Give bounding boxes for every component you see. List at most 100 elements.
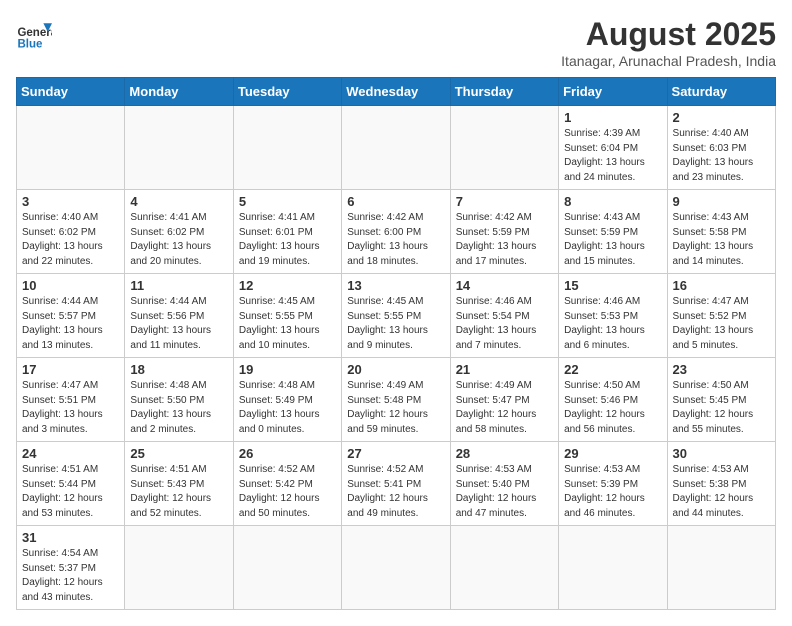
day-info: Sunrise: 4:41 AM Sunset: 6:01 PM Dayligh… — [239, 211, 336, 269]
calendar-cell — [17, 106, 125, 190]
day-info: Sunrise: 4:40 AM Sunset: 6:03 PM Dayligh… — [673, 127, 770, 185]
day-info: Sunrise: 4:44 AM Sunset: 5:56 PM Dayligh… — [130, 295, 227, 353]
month-title: August 2025 — [561, 16, 776, 53]
calendar-cell — [559, 526, 667, 610]
day-info: Sunrise: 4:45 AM Sunset: 5:55 PM Dayligh… — [347, 295, 444, 353]
day-number: 18 — [130, 362, 227, 377]
day-number: 12 — [239, 278, 336, 293]
day-info: Sunrise: 4:44 AM Sunset: 5:57 PM Dayligh… — [22, 295, 119, 353]
calendar-cell: 25Sunrise: 4:51 AM Sunset: 5:43 PM Dayli… — [125, 442, 233, 526]
day-info: Sunrise: 4:49 AM Sunset: 5:47 PM Dayligh… — [456, 379, 553, 437]
day-info: Sunrise: 4:50 AM Sunset: 5:45 PM Dayligh… — [673, 379, 770, 437]
calendar-cell: 3Sunrise: 4:40 AM Sunset: 6:02 PM Daylig… — [17, 190, 125, 274]
day-number: 1 — [564, 110, 661, 125]
logo-icon: General Blue — [16, 16, 52, 52]
calendar-cell: 28 Sunrise: 4:53 AM Sunset: 5:40 PM Dayli… — [450, 442, 558, 526]
calendar-cell — [342, 106, 450, 190]
day-number: 17 — [22, 362, 119, 377]
calendar-cell — [342, 526, 450, 610]
calendar-cell: 11 Sunrise: 4:44 AM Sunset: 5:56 PM Dayli… — [125, 274, 233, 358]
calendar-cell: 16Sunrise: 4:47 AM Sunset: 5:52 PM Dayli… — [667, 274, 775, 358]
calendar-cell — [125, 106, 233, 190]
day-number: 30 — [673, 446, 770, 461]
calendar-cell: 13 Sunrise: 4:45 AM Sunset: 5:55 PM Dayli… — [342, 274, 450, 358]
calendar-cell — [667, 526, 775, 610]
day-info: Sunrise: 4:45 AM Sunset: 5:55 PM Dayligh… — [239, 295, 336, 353]
day-info: Sunrise: 4:42 AM Sunset: 6:00 PM Dayligh… — [347, 211, 444, 269]
calendar-cell: 31 Sunrise: 4:54 AM Sunset: 5:37 PM Dayli… — [17, 526, 125, 610]
weekday-header-sunday: Sunday — [17, 78, 125, 106]
location-subtitle: Itanagar, Arunachal Pradesh, India — [561, 53, 776, 69]
calendar-cell: 15Sunrise: 4:46 AM Sunset: 5:53 PM Dayli… — [559, 274, 667, 358]
weekday-header-friday: Friday — [559, 78, 667, 106]
calendar-cell: 18 Sunrise: 4:48 AM Sunset: 5:50 PM Dayli… — [125, 358, 233, 442]
day-number: 29 — [564, 446, 661, 461]
day-number: 28 — [456, 446, 553, 461]
week-row-3: 10 Sunrise: 4:44 AM Sunset: 5:57 PM Dayli… — [17, 274, 776, 358]
day-info: Sunrise: 4:53 AM Sunset: 5:38 PM Dayligh… — [673, 463, 770, 521]
calendar-cell: 14Sunrise: 4:46 AM Sunset: 5:54 PM Dayli… — [450, 274, 558, 358]
day-number: 2 — [673, 110, 770, 125]
day-number: 6 — [347, 194, 444, 209]
calendar-cell: 27 Sunrise: 4:52 AM Sunset: 5:41 PM Dayli… — [342, 442, 450, 526]
day-info: Sunrise: 4:53 AM Sunset: 5:40 PM Dayligh… — [456, 463, 553, 521]
day-number: 16 — [673, 278, 770, 293]
day-number: 27 — [347, 446, 444, 461]
day-number: 7 — [456, 194, 553, 209]
calendar-cell: 1 Sunrise: 4:39 AM Sunset: 6:04 PM Daylig… — [559, 106, 667, 190]
calendar-cell: 19Sunrise: 4:48 AM Sunset: 5:49 PM Dayli… — [233, 358, 341, 442]
day-info: Sunrise: 4:39 AM Sunset: 6:04 PM Dayligh… — [564, 127, 661, 185]
week-row-2: 3Sunrise: 4:40 AM Sunset: 6:02 PM Daylig… — [17, 190, 776, 274]
day-number: 11 — [130, 278, 227, 293]
day-number: 5 — [239, 194, 336, 209]
day-number: 25 — [130, 446, 227, 461]
calendar-cell: 10 Sunrise: 4:44 AM Sunset: 5:57 PM Dayli… — [17, 274, 125, 358]
calendar-table: SundayMondayTuesdayWednesdayThursdayFrid… — [16, 77, 776, 610]
calendar-cell — [233, 526, 341, 610]
calendar-cell: 20Sunrise: 4:49 AM Sunset: 5:48 PM Dayli… — [342, 358, 450, 442]
calendar-cell: 12 Sunrise: 4:45 AM Sunset: 5:55 PM Dayli… — [233, 274, 341, 358]
weekday-header-monday: Monday — [125, 78, 233, 106]
calendar-cell: 6 Sunrise: 4:42 AM Sunset: 6:00 PM Daylig… — [342, 190, 450, 274]
day-number: 24 — [22, 446, 119, 461]
week-row-6: 31 Sunrise: 4:54 AM Sunset: 5:37 PM Dayli… — [17, 526, 776, 610]
weekday-header-saturday: Saturday — [667, 78, 775, 106]
calendar-cell: 29 Sunrise: 4:53 AM Sunset: 5:39 PM Dayli… — [559, 442, 667, 526]
day-number: 19 — [239, 362, 336, 377]
day-number: 31 — [22, 530, 119, 545]
day-number: 4 — [130, 194, 227, 209]
day-info: Sunrise: 4:47 AM Sunset: 5:51 PM Dayligh… — [22, 379, 119, 437]
day-number: 10 — [22, 278, 119, 293]
svg-text:Blue: Blue — [17, 39, 43, 51]
week-row-4: 17 Sunrise: 4:47 AM Sunset: 5:51 PM Dayli… — [17, 358, 776, 442]
weekday-header-wednesday: Wednesday — [342, 78, 450, 106]
day-number: 20 — [347, 362, 444, 377]
day-info: Sunrise: 4:48 AM Sunset: 5:50 PM Dayligh… — [130, 379, 227, 437]
calendar-cell — [125, 526, 233, 610]
week-row-5: 24 Sunrise: 4:51 AM Sunset: 5:44 PM Dayli… — [17, 442, 776, 526]
weekday-header-thursday: Thursday — [450, 78, 558, 106]
day-number: 23 — [673, 362, 770, 377]
day-number: 22 — [564, 362, 661, 377]
calendar-cell — [450, 106, 558, 190]
day-info: Sunrise: 4:51 AM Sunset: 5:44 PM Dayligh… — [22, 463, 119, 521]
calendar-cell: 9Sunrise: 4:43 AM Sunset: 5:58 PM Daylig… — [667, 190, 775, 274]
weekday-header-tuesday: Tuesday — [233, 78, 341, 106]
day-number: 26 — [239, 446, 336, 461]
day-info: Sunrise: 4:52 AM Sunset: 5:41 PM Dayligh… — [347, 463, 444, 521]
title-block: August 2025 Itanagar, Arunachal Pradesh,… — [561, 16, 776, 69]
day-info: Sunrise: 4:46 AM Sunset: 5:54 PM Dayligh… — [456, 295, 553, 353]
day-info: Sunrise: 4:40 AM Sunset: 6:02 PM Dayligh… — [22, 211, 119, 269]
calendar-cell — [233, 106, 341, 190]
calendar-cell: 2 Sunrise: 4:40 AM Sunset: 6:03 PM Daylig… — [667, 106, 775, 190]
weekday-header-row: SundayMondayTuesdayWednesdayThursdayFrid… — [17, 78, 776, 106]
day-info: Sunrise: 4:53 AM Sunset: 5:39 PM Dayligh… — [564, 463, 661, 521]
day-info: Sunrise: 4:43 AM Sunset: 5:59 PM Dayligh… — [564, 211, 661, 269]
calendar-cell: 17 Sunrise: 4:47 AM Sunset: 5:51 PM Dayli… — [17, 358, 125, 442]
calendar-cell: 24 Sunrise: 4:51 AM Sunset: 5:44 PM Dayli… — [17, 442, 125, 526]
calendar-cell: 23 Sunrise: 4:50 AM Sunset: 5:45 PM Dayli… — [667, 358, 775, 442]
calendar-cell — [450, 526, 558, 610]
day-number: 13 — [347, 278, 444, 293]
calendar-cell: 8Sunrise: 4:43 AM Sunset: 5:59 PM Daylig… — [559, 190, 667, 274]
day-info: Sunrise: 4:54 AM Sunset: 5:37 PM Dayligh… — [22, 547, 119, 605]
